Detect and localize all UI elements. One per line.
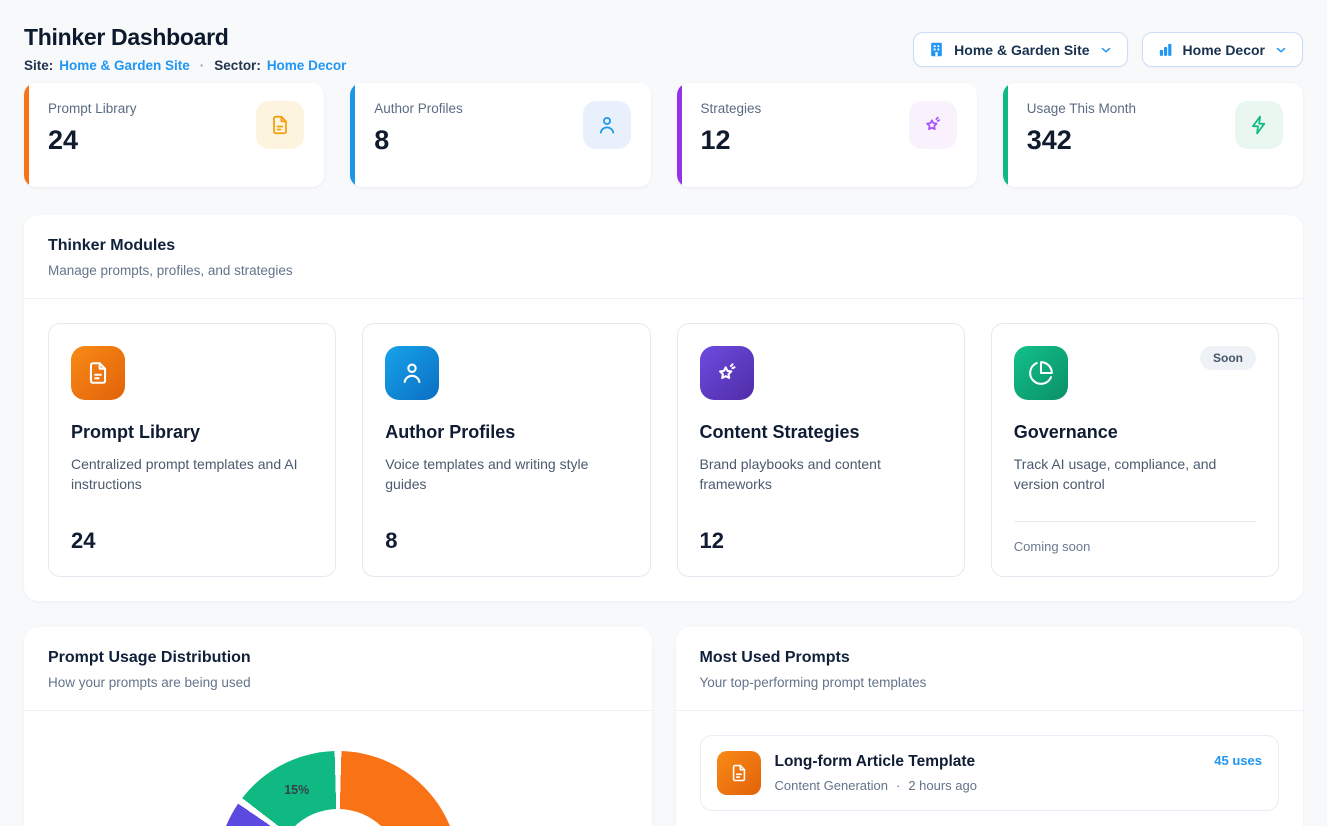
module-card-prompt-library[interactable]: Prompt Library Centralized prompt templa…: [48, 323, 336, 577]
sector-label: Sector:: [214, 58, 261, 73]
donut-segment-label: 15%: [284, 783, 309, 797]
stat-label: Prompt Library: [48, 101, 137, 116]
stat-accent-bar: [677, 83, 682, 187]
site-dropdown-label: Home & Garden Site: [954, 42, 1089, 58]
page-title: Thinker Dashboard: [24, 24, 346, 51]
module-title: Governance: [1014, 422, 1256, 443]
module-title: Content Strategies: [700, 422, 942, 443]
stat-label: Author Profiles: [374, 101, 463, 116]
bottom-row: Prompt Usage Distribution How your promp…: [24, 627, 1303, 826]
stat-accent-bar: [1003, 83, 1008, 187]
module-description: Voice templates and writing style guides: [385, 454, 627, 495]
module-title: Author Profiles: [385, 422, 627, 443]
thinker-modules-panel: Thinker Modules Manage prompts, profiles…: [24, 215, 1303, 601]
stat-accent-bar: [24, 83, 29, 187]
prompt-time: 2 hours ago: [908, 778, 977, 793]
divider: [1014, 521, 1256, 522]
usage-distribution-panel: Prompt Usage Distribution How your promp…: [24, 627, 652, 826]
user-icon: [583, 101, 631, 149]
module-card-governance: Soon Governance Track AI usage, complian…: [991, 323, 1279, 577]
stat-cards-row: Prompt Library 24 Author Profiles 8: [24, 83, 1303, 187]
module-count: 24: [71, 528, 313, 554]
prompt-title: Long-form Article Template: [775, 753, 977, 771]
document-icon: [717, 751, 761, 795]
site-dropdown[interactable]: Home & Garden Site: [913, 32, 1127, 67]
chevron-down-icon: [1099, 43, 1113, 57]
stat-label: Strategies: [701, 101, 762, 116]
stat-value: 342: [1027, 125, 1136, 156]
prompts-panel-title: Most Used Prompts: [700, 649, 1280, 667]
module-description: Brand playbooks and content frameworks: [700, 454, 942, 495]
prompt-category: Content Generation: [775, 778, 888, 793]
lightning-icon: [1235, 101, 1283, 149]
breadcrumb-separator: ·: [200, 58, 205, 73]
usage-panel-subtitle: How your prompts are being used: [48, 675, 628, 690]
soon-badge: Soon: [1200, 346, 1256, 370]
modules-grid: Prompt Library Centralized prompt templa…: [24, 299, 1303, 601]
sector-link[interactable]: Home Decor: [267, 58, 347, 73]
stat-value: 24: [48, 125, 137, 156]
breadcrumb: Site: Home & Garden Site · Sector: Home …: [24, 58, 346, 73]
meta-separator: ·: [896, 778, 900, 793]
header-left: Thinker Dashboard Site: Home & Garden Si…: [24, 24, 346, 73]
document-icon: [256, 101, 304, 149]
site-label: Site:: [24, 58, 53, 73]
site-link[interactable]: Home & Garden Site: [59, 58, 190, 73]
module-description: Centralized prompt templates and AI inst…: [71, 454, 313, 495]
stat-value: 8: [374, 125, 463, 156]
star-sparkle-icon: [700, 346, 754, 400]
stat-card-usage: Usage This Month 342: [1003, 83, 1303, 187]
stat-label: Usage This Month: [1027, 101, 1136, 116]
stat-card-author-profiles: Author Profiles 8: [350, 83, 650, 187]
coming-soon-text: Coming soon: [1014, 539, 1256, 554]
building-icon: [928, 41, 945, 58]
modules-subtitle: Manage prompts, profiles, and strategies: [48, 263, 1279, 278]
prompt-meta: Content Generation · 2 hours ago: [775, 778, 977, 793]
header-controls: Home & Garden Site Home Decor: [913, 32, 1303, 67]
module-card-author-profiles[interactable]: Author Profiles Voice templates and writ…: [362, 323, 650, 577]
module-card-content-strategies[interactable]: Content Strategies Brand playbooks and c…: [677, 323, 965, 577]
usage-donut-chart: 15%: [217, 751, 459, 826]
star-sparkle-icon: [909, 101, 957, 149]
bar-chart-icon: [1157, 41, 1174, 58]
dashboard-page: Thinker Dashboard Site: Home & Garden Si…: [0, 0, 1327, 826]
divider: [24, 710, 652, 711]
module-title: Prompt Library: [71, 422, 313, 443]
most-used-prompts-panel: Most Used Prompts Your top-performing pr…: [676, 627, 1304, 826]
usage-panel-title: Prompt Usage Distribution: [48, 649, 628, 667]
module-count: 12: [700, 528, 942, 554]
sector-dropdown-label: Home Decor: [1183, 42, 1265, 58]
module-description: Track AI usage, compliance, and version …: [1014, 454, 1256, 495]
stat-accent-bar: [350, 83, 355, 187]
topbar: Thinker Dashboard Site: Home & Garden Si…: [24, 24, 1303, 73]
prompts-panel-subtitle: Your top-performing prompt templates: [700, 675, 1280, 690]
chevron-down-icon: [1274, 43, 1288, 57]
prompt-uses-count: 45 uses: [1214, 753, 1262, 768]
sector-dropdown[interactable]: Home Decor: [1142, 32, 1303, 67]
prompt-list-item[interactable]: Long-form Article Template Content Gener…: [700, 735, 1280, 811]
user-icon: [385, 346, 439, 400]
document-icon: [71, 346, 125, 400]
module-count: 8: [385, 528, 627, 554]
stat-value: 12: [701, 125, 762, 156]
stat-card-strategies: Strategies 12: [677, 83, 977, 187]
stat-card-prompt-library: Prompt Library 24: [24, 83, 324, 187]
prompt-list: Long-form Article Template Content Gener…: [676, 711, 1304, 826]
modules-title: Thinker Modules: [48, 237, 1279, 255]
pie-chart-icon: [1014, 346, 1068, 400]
